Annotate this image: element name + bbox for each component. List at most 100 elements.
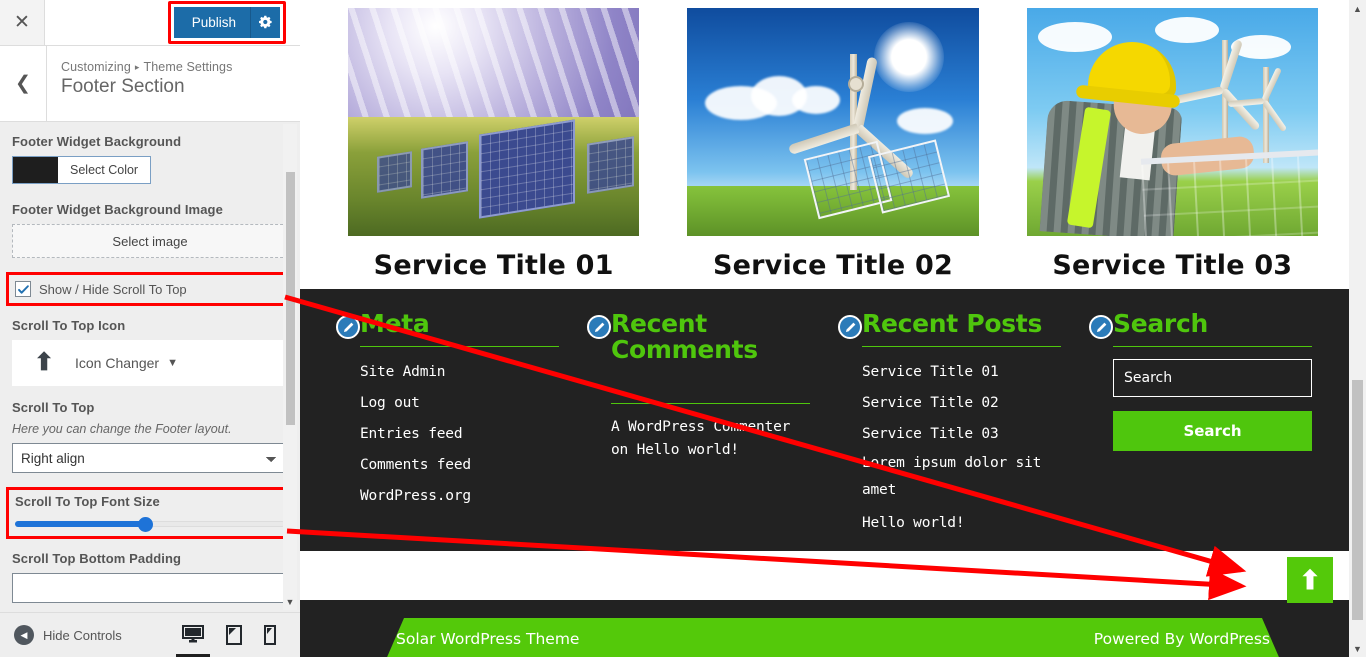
preview-scroll-down-icon[interactable]: ▼ bbox=[1349, 640, 1366, 657]
services-row: Service Title 01 Service Title 02 Servic… bbox=[300, 0, 1366, 281]
solar-panel-shape bbox=[1141, 149, 1318, 236]
sun-decoration bbox=[873, 21, 944, 92]
edit-pencil-icon[interactable] bbox=[587, 315, 611, 339]
footer-widget-meta: Meta Site Admin Log out Entries feed Com… bbox=[336, 311, 577, 539]
color-swatch bbox=[13, 157, 58, 183]
control-label: Scroll Top Bottom Padding bbox=[12, 551, 182, 566]
breadcrumb-parent[interactable]: Theme Settings bbox=[144, 60, 233, 74]
search-input[interactable] bbox=[1113, 359, 1312, 397]
tablet-icon[interactable] bbox=[226, 625, 242, 645]
control-label: Scroll To Top Font Size bbox=[15, 494, 160, 509]
service-card: Service Title 01 bbox=[348, 8, 640, 281]
list-item[interactable]: Comments feed bbox=[360, 450, 559, 481]
select-image-button[interactable]: Select image bbox=[12, 224, 288, 258]
edit-pencil-icon[interactable] bbox=[838, 315, 862, 339]
cloud-decoration bbox=[897, 108, 954, 135]
scroll-top-bottom-padding-input[interactable] bbox=[12, 573, 288, 603]
close-customizer-button[interactable]: ✕ bbox=[0, 0, 45, 45]
control-description: Here you can change the Footer layout. bbox=[12, 422, 232, 436]
bottom-bar-content: Solar WordPress Theme Powered By WordPre… bbox=[300, 630, 1366, 648]
select-color-label: Select Color bbox=[70, 163, 139, 177]
sidebar-scrollbar-thumb[interactable] bbox=[286, 172, 295, 425]
arrow-up-icon: ⬆ bbox=[1299, 565, 1321, 595]
edit-pencil-icon[interactable] bbox=[336, 315, 360, 339]
page-title: Footer Section bbox=[61, 76, 185, 97]
checkmark-icon bbox=[17, 284, 29, 294]
hide-controls-label: Hide Controls bbox=[43, 627, 122, 643]
customizer-header: ✕ Publish bbox=[0, 0, 300, 46]
service-card: Service Title 03 bbox=[1026, 8, 1318, 281]
checkbox-label: Show / Hide Scroll To Top bbox=[39, 281, 187, 297]
control-scroll-to-top-icon: Scroll To Top Icon ⬆ Icon Changer ▼ bbox=[12, 318, 288, 386]
search-button[interactable]: Search bbox=[1113, 411, 1312, 451]
control-scroll-to-top-layout: Scroll To Top Here you can change the Fo… bbox=[12, 400, 288, 473]
widget-header: Recent Comments bbox=[587, 311, 810, 363]
list-item[interactable]: Site Admin bbox=[360, 357, 559, 388]
turbine-mast bbox=[1262, 67, 1269, 164]
widget-title: Meta bbox=[360, 309, 430, 338]
control-footer-widget-background-image: Footer Widget Background Image Select im… bbox=[12, 202, 288, 258]
list-item[interactable]: Service Title 01 bbox=[862, 357, 1061, 388]
cloud-decoration bbox=[1038, 21, 1113, 52]
control-scroll-top-bottom-padding: Scroll Top Bottom Padding bbox=[12, 551, 288, 603]
widget-header: Search bbox=[1089, 311, 1312, 339]
solar-panel-shape bbox=[420, 141, 468, 199]
preview-scrollbar-thumb[interactable] bbox=[1352, 380, 1363, 620]
list-item[interactable]: Service Title 02 bbox=[862, 388, 1061, 419]
site-preview: Service Title 01 Service Title 02 Servic… bbox=[300, 0, 1366, 657]
edit-pencil-icon[interactable] bbox=[1089, 315, 1113, 339]
gear-icon[interactable] bbox=[250, 6, 280, 39]
list-item[interactable]: Lorem ipsum dolor sit amet bbox=[862, 450, 1061, 504]
search-form: Search bbox=[1089, 347, 1312, 451]
arrow-up-icon: ⬆ bbox=[33, 349, 55, 376]
cloud-decoration bbox=[1154, 17, 1219, 44]
control-label: Scroll To Top Icon bbox=[12, 318, 126, 333]
checkbox-show-hide-scroll-to-top[interactable] bbox=[15, 281, 31, 297]
footer-widget-row: Meta Site Admin Log out Entries feed Com… bbox=[336, 311, 1330, 539]
scroll-to-top-font-size-highlight: Scroll To Top Font Size bbox=[6, 487, 294, 539]
service-title: Service Title 01 bbox=[373, 250, 614, 281]
list-item[interactable]: WordPress.org bbox=[360, 481, 559, 512]
desktop-icon[interactable] bbox=[176, 625, 210, 657]
chevron-left-circle-icon: ◀ bbox=[14, 625, 34, 645]
solar-panel-shape bbox=[479, 118, 576, 219]
service-title: Service Title 02 bbox=[713, 250, 953, 281]
list-item[interactable]: Service Title 03 bbox=[862, 419, 1061, 450]
scroll-to-top-font-size-slider[interactable] bbox=[15, 516, 285, 532]
footer-widget-recent-comments: Recent Comments A WordPress Commenter on… bbox=[587, 311, 828, 539]
site-credit-left: Solar WordPress Theme bbox=[396, 630, 580, 648]
chevron-down-icon: ▼ bbox=[167, 357, 178, 369]
footer-widget-search: Search Search bbox=[1089, 311, 1330, 539]
slider-fill bbox=[15, 521, 145, 527]
widget-header: Recent Posts bbox=[838, 311, 1061, 339]
back-button[interactable]: ❮ bbox=[0, 46, 47, 121]
slider-thumb[interactable] bbox=[137, 517, 153, 532]
hide-controls-button[interactable]: ◀ Hide Controls bbox=[14, 625, 122, 645]
service-card: Service Title 02 bbox=[687, 8, 979, 281]
control-footer-widget-background: Footer Widget Background Select Color bbox=[12, 134, 288, 188]
publish-button-group: Publish bbox=[173, 6, 280, 39]
scroll-to-top-align-select[interactable]: Right align bbox=[12, 443, 288, 473]
widget-title: Search bbox=[1113, 309, 1208, 338]
sidebar-scroll-down-icon[interactable]: ▼ bbox=[283, 594, 297, 610]
recent-comment-text[interactable]: A WordPress Commenter on Hello world! bbox=[587, 404, 810, 462]
list-item[interactable]: Entries feed bbox=[360, 419, 559, 450]
list-item[interactable]: Hello world! bbox=[862, 508, 1061, 539]
mobile-icon[interactable] bbox=[264, 625, 276, 645]
icon-changer-dropdown[interactable]: ⬆ Icon Changer ▼ bbox=[12, 340, 288, 386]
widget-link-list: Service Title 01 Service Title 02 Servic… bbox=[838, 347, 1061, 539]
wind-turbine-solar-panel-image bbox=[687, 8, 979, 236]
controls-list: Footer Widget Background Select Color Fo… bbox=[0, 122, 300, 612]
site-credit-right: Powered By WordPress bbox=[1093, 630, 1270, 648]
breadcrumb-separator-icon: ▸ bbox=[134, 62, 140, 72]
preview-scrollbar-track[interactable]: ▲ ▼ bbox=[1349, 0, 1366, 657]
color-picker-button[interactable]: Select Color bbox=[12, 156, 152, 184]
control-show-hide-scroll-to-top[interactable]: Show / Hide Scroll To Top bbox=[15, 279, 285, 299]
scroll-to-top-button[interactable]: ⬆ bbox=[1287, 557, 1333, 603]
publish-button[interactable]: Publish bbox=[173, 6, 250, 39]
breadcrumb-root[interactable]: Customizing bbox=[61, 60, 131, 74]
publish-highlight-box: Publish bbox=[167, 0, 286, 45]
list-item[interactable]: Log out bbox=[360, 388, 559, 419]
preview-scroll-up-icon[interactable]: ▲ bbox=[1349, 0, 1366, 17]
control-label: Scroll To Top bbox=[12, 400, 95, 415]
